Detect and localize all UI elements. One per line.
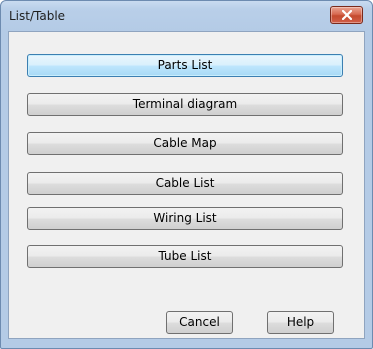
dialog-body: Parts List Terminal diagram Cable Map Ca…: [8, 31, 365, 339]
window-title: List/Table: [9, 9, 66, 23]
close-icon: [342, 10, 352, 20]
cancel-button[interactable]: Cancel: [166, 311, 233, 334]
wiring-list-button[interactable]: Wiring List: [27, 207, 343, 230]
tube-list-button[interactable]: Tube List: [27, 245, 343, 268]
cable-map-button[interactable]: Cable Map: [27, 132, 343, 155]
help-button[interactable]: Help: [267, 311, 334, 334]
close-button[interactable]: [330, 6, 363, 24]
cable-list-button[interactable]: Cable List: [27, 172, 343, 195]
list-table-dialog: List/Table Parts List Terminal diagram C…: [0, 0, 373, 349]
parts-list-button[interactable]: Parts List: [27, 54, 343, 77]
terminal-diagram-button[interactable]: Terminal diagram: [27, 93, 343, 116]
title-bar: List/Table: [1, 1, 372, 31]
